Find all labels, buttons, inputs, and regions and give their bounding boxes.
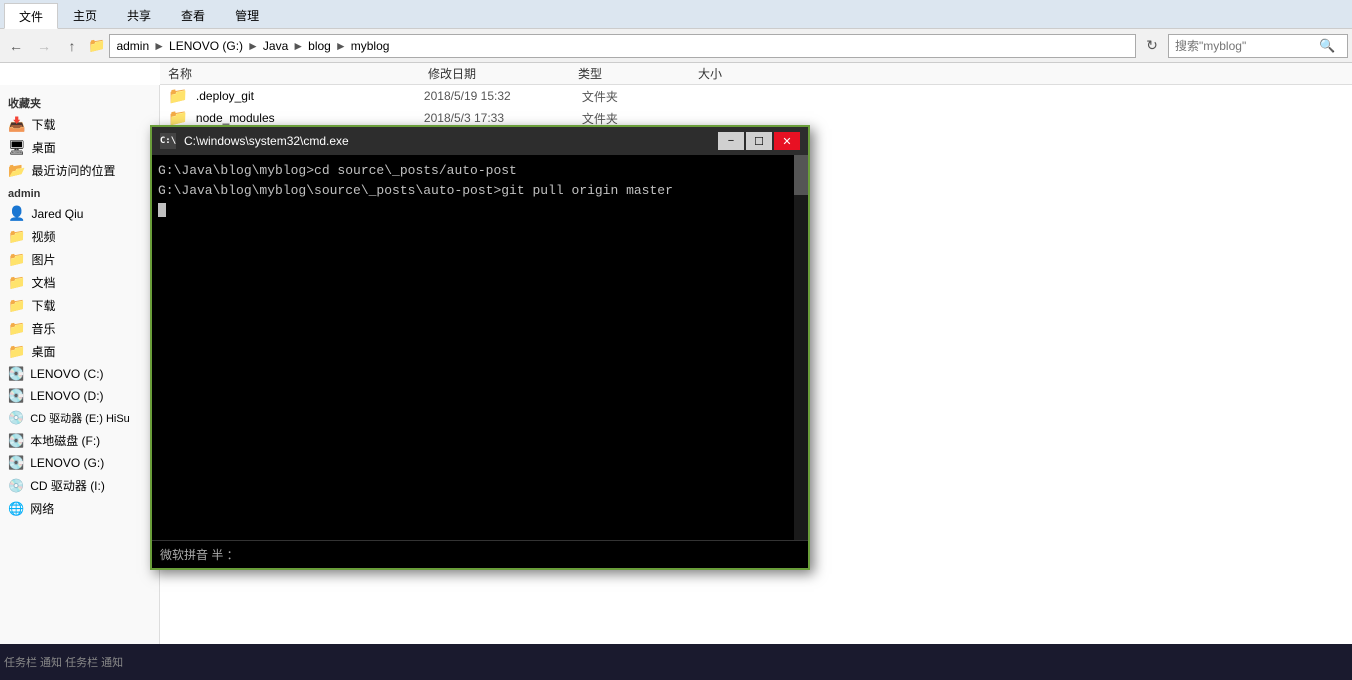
drive-i-icon: 💿 <box>8 478 24 494</box>
cmd-body[interactable]: G:\Java\blog\myblog>cd source\_posts/aut… <box>152 155 808 540</box>
user-icon: 👤 <box>8 205 25 222</box>
pictures-icon: 📁 <box>8 251 25 268</box>
drive-e-icon: 💿 <box>8 410 24 426</box>
desktop2-icon: 📁 <box>8 343 25 360</box>
sidebar-item-desktop2[interactable]: 📁 桌面 <box>0 340 159 363</box>
path-blog: blog <box>308 39 331 53</box>
folder-deploy-icon: 📁 <box>168 86 188 106</box>
drive-c-icon: 💽 <box>8 366 24 382</box>
tab-manage[interactable]: 管理 <box>220 2 274 28</box>
path-java: Java <box>263 39 288 53</box>
search-input[interactable] <box>1175 39 1315 53</box>
sidebar-user-title: admin <box>0 182 159 202</box>
cmd-window-buttons: − ☐ ✕ <box>718 132 800 150</box>
cmd-close-button[interactable]: ✕ <box>774 132 800 150</box>
back-button[interactable]: ← <box>4 34 28 58</box>
drive-g-icon: 💽 <box>8 455 24 471</box>
file-name-node: node_modules <box>196 111 416 125</box>
sidebar-item-docs[interactable]: 📁 文档 <box>0 271 159 294</box>
taskbar-label: 任务栏 通知 任务栏 通知 <box>4 654 123 670</box>
network-icon: 🌐 <box>8 501 24 517</box>
address-bar: ← → ↑ 📁 admin ► LENOVO (G:) ► Java ► blo… <box>0 29 1352 63</box>
ribbon-tabs: 文件 主页 共享 查看 管理 <box>0 0 1352 28</box>
tab-view[interactable]: 查看 <box>166 2 220 28</box>
col-header-name[interactable]: 名称 <box>160 65 420 82</box>
sidebar-item-local-f[interactable]: 💽 本地磁盘 (F:) <box>0 429 159 452</box>
sidebar-item-lenovo-d[interactable]: 💽 LENOVO (D:) <box>0 385 159 407</box>
cmd-ime-status: 微软拼音 半 ： <box>160 546 239 563</box>
file-type-deploy: 文件夹 <box>582 88 702 105</box>
docs-icon: 📁 <box>8 274 25 291</box>
cmd-line-1: G:\Java\blog\myblog>cd source\_posts/aut… <box>158 161 802 181</box>
cmd-app-icon: C:\ <box>160 133 176 149</box>
sidebar-item-music[interactable]: 📁 音乐 <box>0 317 159 340</box>
search-icon: 🔍 <box>1319 38 1335 54</box>
sidebar-item-pictures[interactable]: 📁 图片 <box>0 248 159 271</box>
path-admin: admin <box>116 39 149 53</box>
sidebar-item-network[interactable]: 🌐 网络 <box>0 497 159 520</box>
cmd-scroll-thumb[interactable] <box>794 155 808 195</box>
cmd-cursor-line <box>158 200 802 220</box>
sidebar-item-downloads[interactable]: 📁 下载 <box>0 294 159 317</box>
search-box: 🔍 <box>1168 34 1348 58</box>
cmd-maximize-button[interactable]: ☐ <box>746 132 772 150</box>
sidebar-item-cd-e[interactable]: 💿 CD 驱动器 (E:) HiSu <box>0 407 159 429</box>
drive-f-icon: 💽 <box>8 433 24 449</box>
download-icon: 📥 <box>8 116 25 133</box>
forward-button[interactable]: → <box>32 34 56 58</box>
music-icon: 📁 <box>8 320 25 337</box>
sidebar-item-desktop1[interactable]: 🖥 桌面 <box>0 136 159 159</box>
video-icon: 📁 <box>8 228 25 245</box>
cmd-titlebar: C:\ C:\windows\system32\cmd.exe − ☐ ✕ <box>152 127 808 155</box>
file-type-node: 文件夹 <box>582 110 702 127</box>
col-header-date[interactable]: 修改日期 <box>420 65 570 82</box>
file-date-node: 2018/5/3 17:33 <box>424 111 574 125</box>
sidebar-item-download[interactable]: 📥 下载 <box>0 113 159 136</box>
sidebar-item-jared[interactable]: 👤 Jared Qiu <box>0 202 159 225</box>
taskbar: 任务栏 通知 任务栏 通知 <box>0 644 1352 680</box>
cmd-cursor <box>158 203 166 217</box>
address-path[interactable]: admin ► LENOVO (G:) ► Java ► blog ► mybl… <box>109 34 1136 58</box>
sidebar-item-video[interactable]: 📁 视频 <box>0 225 159 248</box>
drive-d-icon: 💽 <box>8 388 24 404</box>
folder-icon: 📁 <box>88 37 105 54</box>
sidebar-item-lenovo-g[interactable]: 💽 LENOVO (G:) <box>0 452 159 474</box>
cmd-title-text: C:\windows\system32\cmd.exe <box>184 134 718 148</box>
file-date-deploy: 2018/5/19 15:32 <box>424 89 574 103</box>
sidebar-favorites-title: 收藏夹 <box>0 89 159 113</box>
cmd-scrollbar[interactable] <box>794 155 808 540</box>
col-header-type[interactable]: 类型 <box>570 65 690 82</box>
file-item-deploy-git[interactable]: 📁 .deploy_git 2018/5/19 15:32 文件夹 <box>160 85 1352 107</box>
col-header-size[interactable]: 大小 <box>690 65 790 82</box>
cmd-window: C:\ C:\windows\system32\cmd.exe − ☐ ✕ G:… <box>150 125 810 570</box>
sidebar-item-lenovo-c[interactable]: 💽 LENOVO (C:) <box>0 363 159 385</box>
cmd-statusbar: 微软拼音 半 ： <box>152 540 808 568</box>
refresh-button[interactable]: ↻ <box>1140 34 1164 58</box>
ribbon: 文件 主页 共享 查看 管理 <box>0 0 1352 29</box>
path-lenovo-g: LENOVO (G:) <box>169 39 243 53</box>
sidebar-item-recent[interactable]: 📂 最近访问的位置 <box>0 159 159 182</box>
sidebar-item-cd-i[interactable]: 💿 CD 驱动器 (I:) <box>0 474 159 497</box>
sidebar: 收藏夹 📥 下载 🖥 桌面 📂 最近访问的位置 admin 👤 Jared Qi… <box>0 85 160 680</box>
up-button[interactable]: ↑ <box>60 34 84 58</box>
column-headers: 名称 修改日期 类型 大小 <box>160 63 1352 85</box>
downloads-icon: 📁 <box>8 297 25 314</box>
recent-icon: 📂 <box>8 162 25 179</box>
file-name-deploy: .deploy_git <box>196 89 416 103</box>
desktop-icon: 🖥 <box>8 139 26 156</box>
cmd-minimize-button[interactable]: − <box>718 132 744 150</box>
path-myblog: myblog <box>351 39 390 53</box>
tab-home[interactable]: 主页 <box>58 2 112 28</box>
tab-share[interactable]: 共享 <box>112 2 166 28</box>
tab-file[interactable]: 文件 <box>4 3 58 29</box>
cmd-line-2: G:\Java\blog\myblog\source\_posts\auto-p… <box>158 181 802 201</box>
